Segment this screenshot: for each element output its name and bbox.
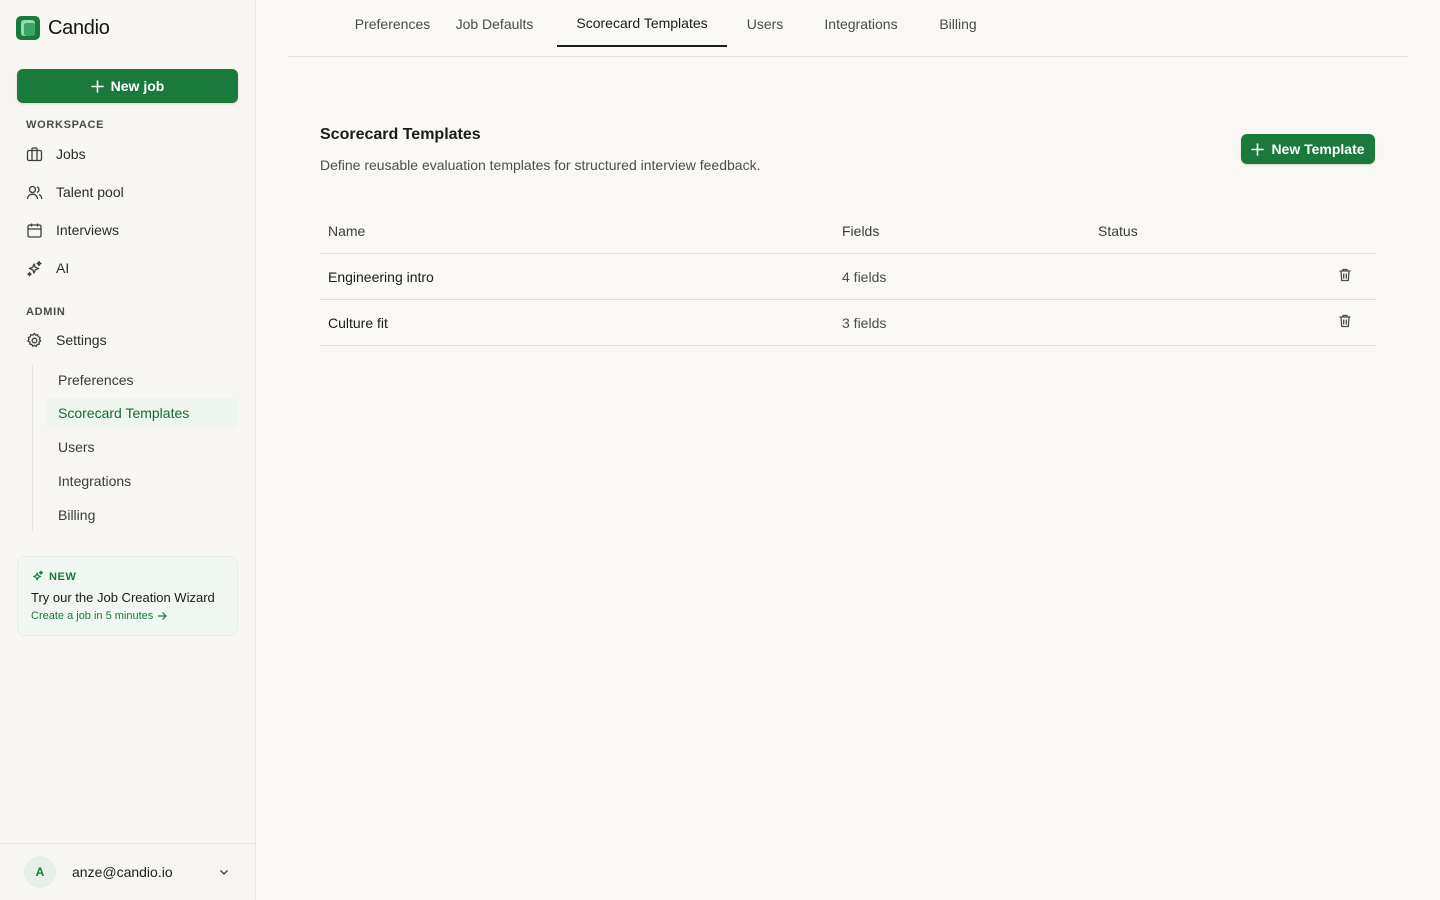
sidebar-item-talent-pool[interactable]: Talent pool xyxy=(17,176,238,208)
workspace-section-label: WORKSPACE xyxy=(26,119,105,131)
page-title: Scorecard Templates xyxy=(320,126,481,143)
sidebar-item-label: Jobs xyxy=(56,146,86,162)
new-template-label: New Template xyxy=(1271,141,1365,157)
template-fields: 4 fields xyxy=(842,269,887,285)
template-fields: 3 fields xyxy=(842,315,887,331)
table-header: Name Fields Status xyxy=(320,208,1376,254)
sidebar-item-settings[interactable]: Settings xyxy=(17,324,238,356)
promo-tag-label: NEW xyxy=(49,570,77,583)
promo-link-label: Create a job in 5 minutes xyxy=(31,610,154,622)
calendar-icon xyxy=(27,223,42,238)
brand-name: Candio xyxy=(48,16,110,39)
subnav-item-billing[interactable]: Billing xyxy=(45,500,239,530)
subnav-item-integrations[interactable]: Integrations xyxy=(45,466,239,496)
trash-icon[interactable] xyxy=(1337,313,1353,329)
sparkles-icon xyxy=(27,260,42,276)
template-name: Culture fit xyxy=(328,315,388,331)
plus-icon xyxy=(1251,142,1265,156)
sidebar-item-jobs[interactable]: Jobs xyxy=(17,138,238,170)
promo-link[interactable]: Create a job in 5 minutes xyxy=(31,610,224,622)
subnav-item-scorecard-templates[interactable]: Scorecard Templates xyxy=(45,398,239,428)
brand[interactable]: Candio xyxy=(16,16,110,40)
users-icon xyxy=(26,185,43,199)
chevron-down-icon[interactable] xyxy=(218,866,230,878)
sidebar-item-label: AI xyxy=(56,260,70,276)
column-header-name: Name xyxy=(328,223,366,239)
user-menu[interactable]: A anze@candio.io xyxy=(0,843,255,900)
templates-table: Name Fields Status Engineering intro 4 f… xyxy=(320,208,1376,346)
arrow-right-icon xyxy=(158,612,168,620)
admin-section-label: ADMIN xyxy=(26,306,66,318)
promo-title: Try our the Job Creation Wizard xyxy=(31,590,215,605)
column-header-status: Status xyxy=(1098,223,1138,239)
subnav-item-users[interactable]: Users xyxy=(45,432,239,462)
settings-tabs: Preferences Job Defaults Scorecard Templ… xyxy=(288,0,1408,57)
template-name: Engineering intro xyxy=(328,269,434,285)
candio-logo-icon xyxy=(16,16,40,40)
sidebar: Candio New job WORKSPACE Jobs Talent poo… xyxy=(0,0,256,900)
table-row[interactable]: Engineering intro 4 fields xyxy=(320,254,1376,300)
sparkles-icon xyxy=(33,570,44,581)
promo-tag: NEW xyxy=(31,570,224,583)
sidebar-item-interviews[interactable]: Interviews xyxy=(17,214,238,246)
tab-integrations[interactable]: Integrations xyxy=(806,0,916,47)
new-job-label: New job xyxy=(110,78,165,94)
page-description: Define reusable evaluation templates for… xyxy=(320,157,761,173)
trash-icon[interactable] xyxy=(1337,267,1353,283)
tab-job-defaults[interactable]: Job Defaults xyxy=(437,0,552,47)
settings-subnav: Preferences Scorecard Templates Users In… xyxy=(32,365,239,531)
tab-users[interactable]: Users xyxy=(732,0,798,47)
avatar: A xyxy=(24,856,56,888)
plus-icon xyxy=(90,79,104,93)
gear-icon xyxy=(26,332,42,347)
tab-scorecard-templates[interactable]: Scorecard Templates xyxy=(557,0,727,47)
subnav-item-preferences[interactable]: Preferences xyxy=(45,365,239,395)
column-header-fields: Fields xyxy=(842,223,880,239)
sidebar-item-label: Interviews xyxy=(56,222,120,238)
user-email: anze@candio.io xyxy=(72,864,173,880)
sidebar-item-label: Settings xyxy=(56,332,107,348)
sidebar-item-label: Talent pool xyxy=(56,184,124,200)
new-template-button[interactable]: New Template xyxy=(1241,134,1375,164)
table-row[interactable]: Culture fit 3 fields xyxy=(320,300,1376,346)
tab-billing[interactable]: Billing xyxy=(922,0,994,47)
sidebar-item-ai[interactable]: AI xyxy=(17,252,238,284)
job-wizard-promo[interactable]: NEW Try our the Job Creation Wizard Crea… xyxy=(17,556,238,636)
new-job-button[interactable]: New job xyxy=(17,69,238,103)
briefcase-icon xyxy=(26,146,43,161)
